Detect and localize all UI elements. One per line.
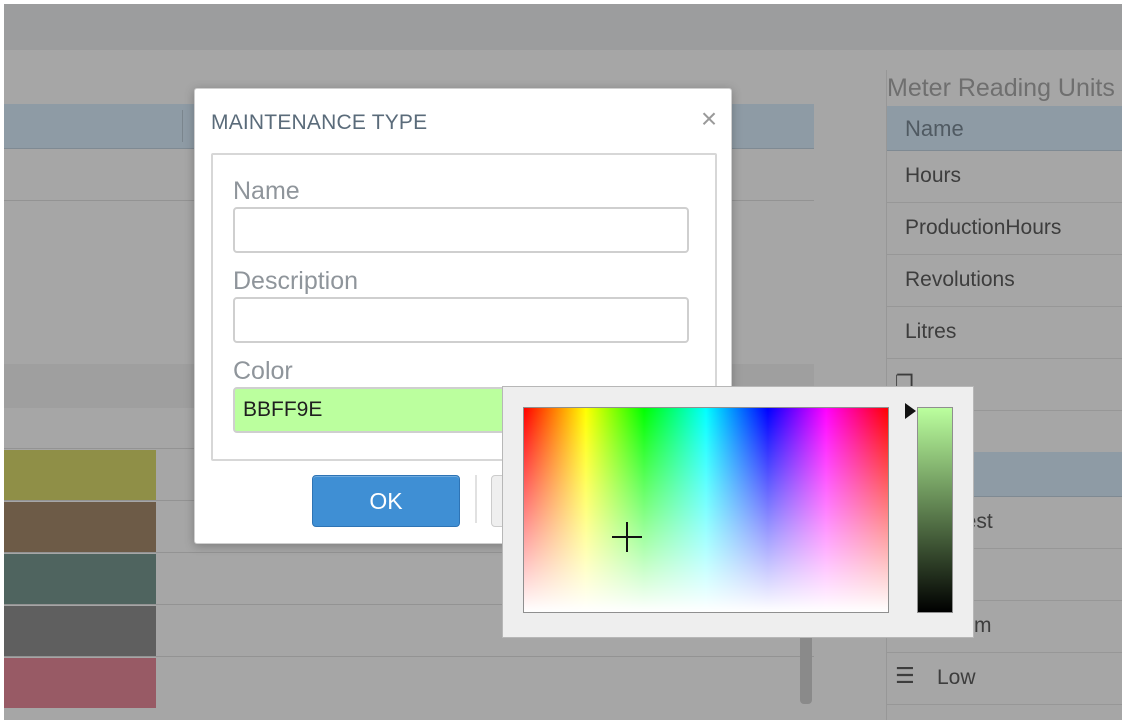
dialog-title: MAINTENANCE TYPE: [211, 111, 428, 134]
color-swatch: [4, 658, 156, 708]
crosshair-icon[interactable]: [612, 522, 642, 552]
row-label: Litres: [905, 320, 957, 343]
color-swatch: [4, 554, 156, 604]
slider-pointer-icon[interactable]: [905, 403, 916, 419]
row-label: ProductionHours: [905, 216, 1062, 239]
color-swatch: [4, 606, 156, 656]
table-row[interactable]: ProductionHours: [887, 203, 1122, 255]
row-label: Low: [937, 666, 976, 689]
meter-units-column-header[interactable]: Name: [887, 106, 1122, 151]
table-row[interactable]: Litres: [887, 307, 1122, 359]
app-window: Meter Reading Units Name Hours Productio…: [4, 4, 1122, 720]
color-swatch: [4, 502, 156, 552]
hue-saturation-area[interactable]: [523, 407, 889, 613]
column-divider: [182, 110, 183, 142]
top-toolbar: [4, 4, 1122, 50]
row-label: Hours: [905, 164, 962, 187]
ok-button[interactable]: OK: [312, 475, 460, 527]
brightness-slider[interactable]: [917, 407, 953, 613]
description-input[interactable]: [233, 297, 689, 343]
name-label: Name: [233, 177, 300, 205]
color-label: Color: [233, 357, 293, 385]
meter-reading-units-title: Meter Reading Units: [887, 74, 1115, 102]
table-row[interactable]: Revolutions: [887, 255, 1122, 307]
drag-handle-icon[interactable]: ☰: [895, 663, 915, 689]
name-input[interactable]: [233, 207, 689, 253]
color-swatch: [4, 450, 156, 500]
row-label: Revolutions: [905, 268, 1015, 291]
row-divider: [4, 656, 814, 657]
table-row[interactable]: Hours: [887, 151, 1122, 203]
button-divider: [475, 475, 477, 523]
description-label: Description: [233, 267, 359, 295]
table-row[interactable]: ☰ Low: [887, 653, 1122, 705]
color-picker-popup: [502, 386, 974, 638]
close-icon[interactable]: ×: [695, 105, 723, 133]
column-header-label: Name: [905, 116, 964, 141]
